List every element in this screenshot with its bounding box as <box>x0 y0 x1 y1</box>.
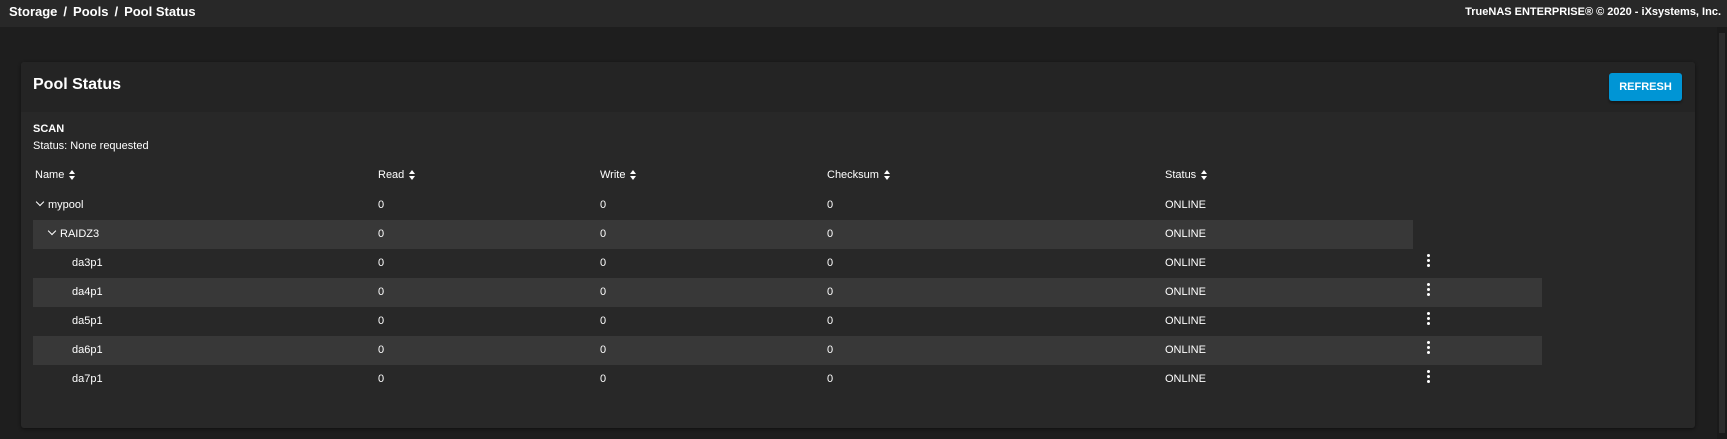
row-checksum: 0 <box>827 199 834 211</box>
more-vert-icon[interactable] <box>1425 341 1431 357</box>
scrollbar-thumb[interactable] <box>1719 33 1725 433</box>
row-status: ONLINE <box>1165 344 1206 356</box>
table-row-da4p1[interactable]: da4p1 0 0 0 ONLINE <box>33 278 1683 307</box>
row-name: mypool <box>48 199 84 211</box>
row-name: da7p1 <box>72 373 103 385</box>
chevron-down-icon[interactable] <box>35 197 45 207</box>
row-write: 0 <box>600 228 607 240</box>
row-read: 0 <box>378 344 385 356</box>
row-stripe <box>33 336 1542 365</box>
row-read: 0 <box>378 257 385 269</box>
refresh-button[interactable]: REFRESH <box>1609 73 1682 101</box>
copyright-text: TrueNAS ENTERPRISE® © 2020 - iXsystems, … <box>1465 6 1721 18</box>
more-vert-icon[interactable] <box>1425 312 1431 328</box>
more-vert-icon[interactable] <box>1425 254 1431 270</box>
row-stripe <box>33 278 1542 307</box>
row-read: 0 <box>378 373 385 385</box>
row-name: da5p1 <box>72 315 103 327</box>
row-write: 0 <box>600 257 607 269</box>
row-checksum: 0 <box>827 344 834 356</box>
row-status: ONLINE <box>1165 257 1206 269</box>
column-header-read[interactable]: Read <box>378 169 416 181</box>
breadcrumb-item-storage[interactable]: Storage <box>9 4 57 19</box>
column-header-label: Name <box>35 169 65 181</box>
row-name-cell: RAIDZ3 <box>47 226 100 240</box>
row-write: 0 <box>600 199 607 211</box>
more-vert-icon[interactable] <box>1425 370 1431 386</box>
sort-icon[interactable] <box>883 170 891 181</box>
breadcrumb-separator: / <box>114 4 119 19</box>
sort-icon[interactable] <box>630 170 637 181</box>
table-header: Name Read Write Checksum Status <box>33 160 1683 191</box>
row-write: 0 <box>600 344 607 356</box>
column-header-label: Checksum <box>827 169 879 181</box>
row-read: 0 <box>378 199 385 211</box>
column-header-label: Read <box>378 169 405 181</box>
row-name: da3p1 <box>72 257 103 269</box>
breadcrumb-separator: / <box>63 4 68 19</box>
more-vert-icon[interactable] <box>1425 283 1431 299</box>
row-status: ONLINE <box>1165 199 1206 211</box>
table-row-raidz3[interactable]: RAIDZ3 0 0 0 ONLINE <box>33 220 1683 249</box>
pool-status-card: Pool Status REFRESH SCAN Status: None re… <box>21 62 1695 428</box>
column-header-label: Write <box>600 169 626 181</box>
row-status: ONLINE <box>1165 373 1206 385</box>
table-row-da7p1[interactable]: da7p1 0 0 0 ONLINE <box>33 365 1683 394</box>
page-scrollbar[interactable] <box>1717 27 1727 439</box>
table-row-da3p1[interactable]: da3p1 0 0 0 ONLINE <box>33 249 1683 278</box>
row-write: 0 <box>600 286 607 298</box>
row-status: ONLINE <box>1165 315 1206 327</box>
row-name: RAIDZ3 <box>60 228 100 240</box>
scan-title: SCAN <box>33 123 65 135</box>
row-write: 0 <box>600 315 607 327</box>
column-header-label: Status <box>1165 169 1197 181</box>
page-title: Pool Status <box>33 76 122 93</box>
row-stripe <box>33 220 1413 249</box>
column-header-name[interactable]: Name <box>35 169 76 181</box>
breadcrumb: Storage / Pools / Pool Status <box>9 4 196 19</box>
chevron-down-icon[interactable] <box>47 226 57 236</box>
row-name-cell: mypool <box>35 197 84 211</box>
row-checksum: 0 <box>827 257 834 269</box>
column-header-status[interactable]: Status <box>1165 169 1208 181</box>
row-name: da6p1 <box>72 344 103 356</box>
row-write: 0 <box>600 373 607 385</box>
table-row-da6p1[interactable]: da6p1 0 0 0 ONLINE <box>33 336 1683 365</box>
sort-icon[interactable] <box>69 170 76 181</box>
column-header-checksum[interactable]: Checksum <box>827 169 891 181</box>
sort-icon[interactable] <box>409 170 416 181</box>
breadcrumb-item-pool-status: Pool Status <box>124 4 196 19</box>
row-name: da4p1 <box>72 286 103 298</box>
top-bar: Storage / Pools / Pool Status TrueNAS ENTERP… <box>0 0 1727 27</box>
row-checksum: 0 <box>827 286 834 298</box>
scan-status: Status: None requested <box>33 140 149 152</box>
table-row-da5p1[interactable]: da5p1 0 0 0 ONLINE <box>33 307 1683 336</box>
sort-icon[interactable] <box>1201 170 1208 181</box>
row-status: ONLINE <box>1165 228 1206 240</box>
pool-status-table: Name Read Write Checksum Status mypool 0… <box>33 160 1683 394</box>
breadcrumb-item-pools[interactable]: Pools <box>73 4 108 19</box>
column-header-write[interactable]: Write <box>600 169 637 181</box>
row-checksum: 0 <box>827 228 834 240</box>
row-read: 0 <box>378 315 385 327</box>
row-read: 0 <box>378 228 385 240</box>
table-row-mypool[interactable]: mypool 0 0 0 ONLINE <box>33 191 1683 220</box>
row-checksum: 0 <box>827 315 834 327</box>
row-read: 0 <box>378 286 385 298</box>
row-status: ONLINE <box>1165 286 1206 298</box>
card-header: Pool Status REFRESH <box>21 62 1695 112</box>
row-checksum: 0 <box>827 373 834 385</box>
